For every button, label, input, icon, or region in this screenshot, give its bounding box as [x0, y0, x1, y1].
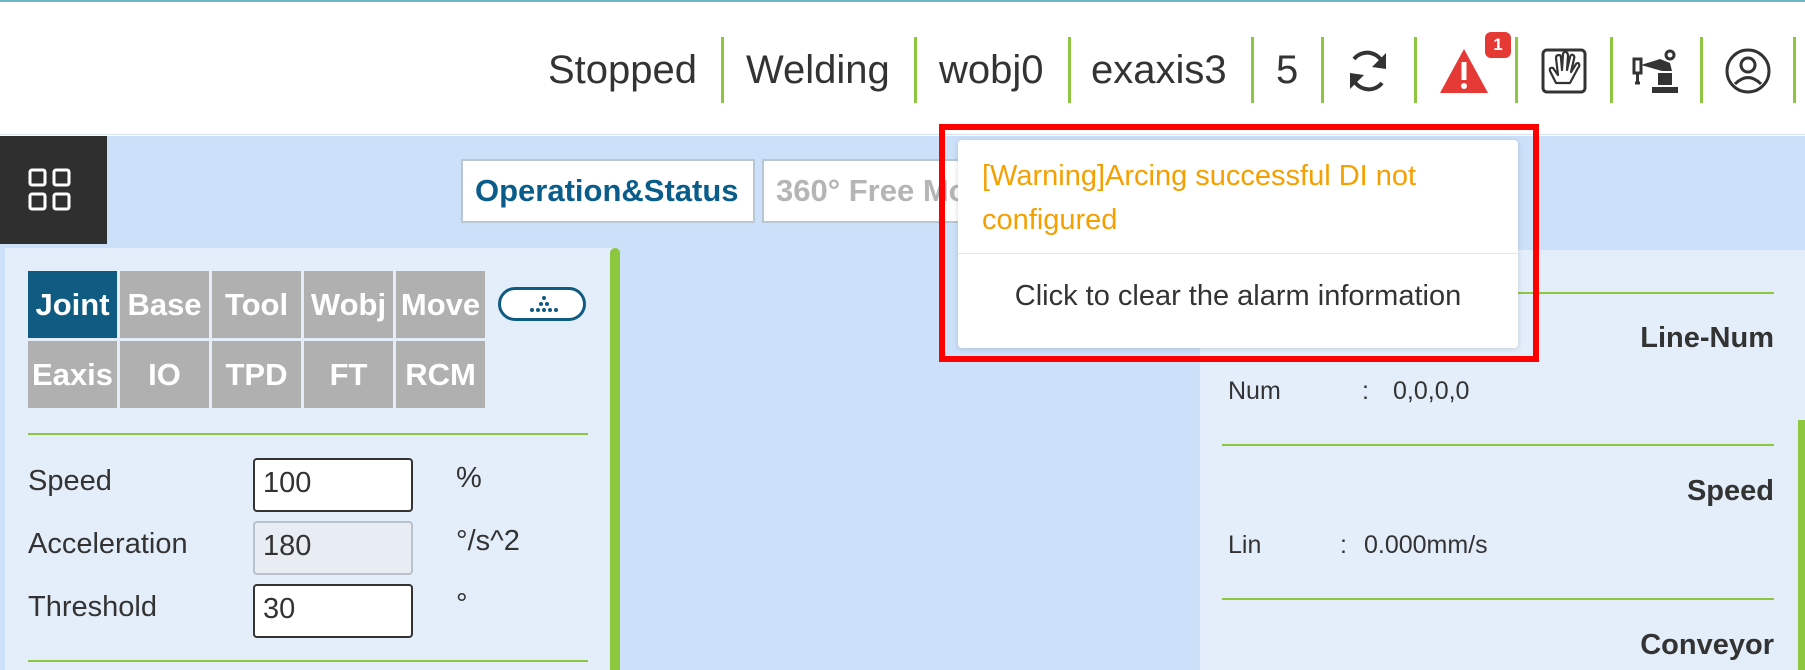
user-icon[interactable]: [1722, 45, 1774, 97]
colon: :: [1340, 531, 1347, 559]
jog-ft-button[interactable]: FT: [304, 341, 393, 408]
divider: [1222, 598, 1774, 600]
divider: [28, 433, 588, 435]
jog-tool-button[interactable]: Tool: [212, 271, 301, 338]
panel-scrollbar[interactable]: [1798, 420, 1805, 670]
jog-eaxis-button[interactable]: Eaxis: [28, 341, 117, 408]
separator: [1610, 37, 1613, 103]
line-num-title: Line-Num: [1640, 322, 1774, 354]
separator: [1414, 37, 1417, 103]
colon: :: [1362, 377, 1369, 405]
jog-joint-button[interactable]: Joint: [28, 271, 117, 338]
grid-menu-icon: [28, 168, 71, 211]
dots-icon: [530, 296, 558, 312]
top-status-bar: Stopped Welding wobj0 exaxis3 5 1: [0, 0, 1805, 135]
jog-move-button[interactable]: Move: [396, 271, 485, 338]
threshold-input[interactable]: 30: [253, 584, 413, 638]
linear-speed-value: 0.000mm/s: [1364, 531, 1488, 559]
process-mode[interactable]: Welding: [746, 46, 890, 94]
workobject-status[interactable]: wobj0: [939, 46, 1044, 94]
jog-mode-toggle[interactable]: [498, 287, 586, 321]
annotation-highlight-box: [939, 124, 1539, 362]
robot-state: Stopped: [548, 48, 698, 92]
separator: [1321, 37, 1324, 103]
conveyor-section-title: Conveyor: [1640, 629, 1774, 661]
divider: [1222, 444, 1774, 446]
line-num-value: 0,0,0,0: [1393, 377, 1470, 405]
speed-section-title: Speed: [1686, 475, 1774, 507]
refresh-icon[interactable]: [1342, 45, 1394, 97]
speed-unit: %: [456, 462, 482, 494]
alarm-count-badge: 1: [1485, 32, 1511, 58]
app-menu-button[interactable]: [0, 136, 107, 244]
jog-tpd-button[interactable]: TPD: [212, 341, 301, 408]
separator: [1793, 37, 1796, 103]
separator: [1068, 37, 1071, 103]
separator: [1515, 37, 1518, 103]
separator: [721, 37, 724, 103]
robot-arm-icon[interactable]: [1630, 45, 1682, 97]
threshold-unit: °: [456, 588, 468, 620]
separator: [1700, 37, 1703, 103]
panel-resize-bar[interactable]: [610, 248, 620, 670]
tab-operation-status[interactable]: Operation&Status: [461, 159, 755, 223]
divider: [28, 660, 588, 662]
jog-io-button[interactable]: IO: [120, 341, 209, 408]
line-num-key: Num: [1228, 377, 1281, 405]
external-axis-status[interactable]: exaxis3: [1091, 46, 1227, 94]
speed-label: Speed: [28, 465, 112, 497]
alarm-warning-icon[interactable]: [1438, 45, 1490, 97]
separator: [914, 37, 917, 103]
acceleration-unit: °/s^2: [456, 525, 520, 557]
separator: [1251, 37, 1254, 103]
jog-rcm-button[interactable]: RCM: [396, 341, 485, 408]
number-status[interactable]: 5: [1276, 46, 1298, 94]
speed-input[interactable]: 100: [253, 458, 413, 512]
acceleration-input: 180: [253, 521, 413, 575]
threshold-label: Threshold: [28, 591, 157, 623]
jog-wobj-button[interactable]: Wobj: [304, 271, 393, 338]
tab-360-free-move[interactable]: 360° Free Mo: [762, 159, 962, 223]
acceleration-label: Acceleration: [28, 528, 188, 560]
jog-base-button[interactable]: Base: [120, 271, 209, 338]
linear-speed-key: Lin: [1228, 531, 1262, 559]
hand-guide-icon[interactable]: [1538, 45, 1590, 97]
